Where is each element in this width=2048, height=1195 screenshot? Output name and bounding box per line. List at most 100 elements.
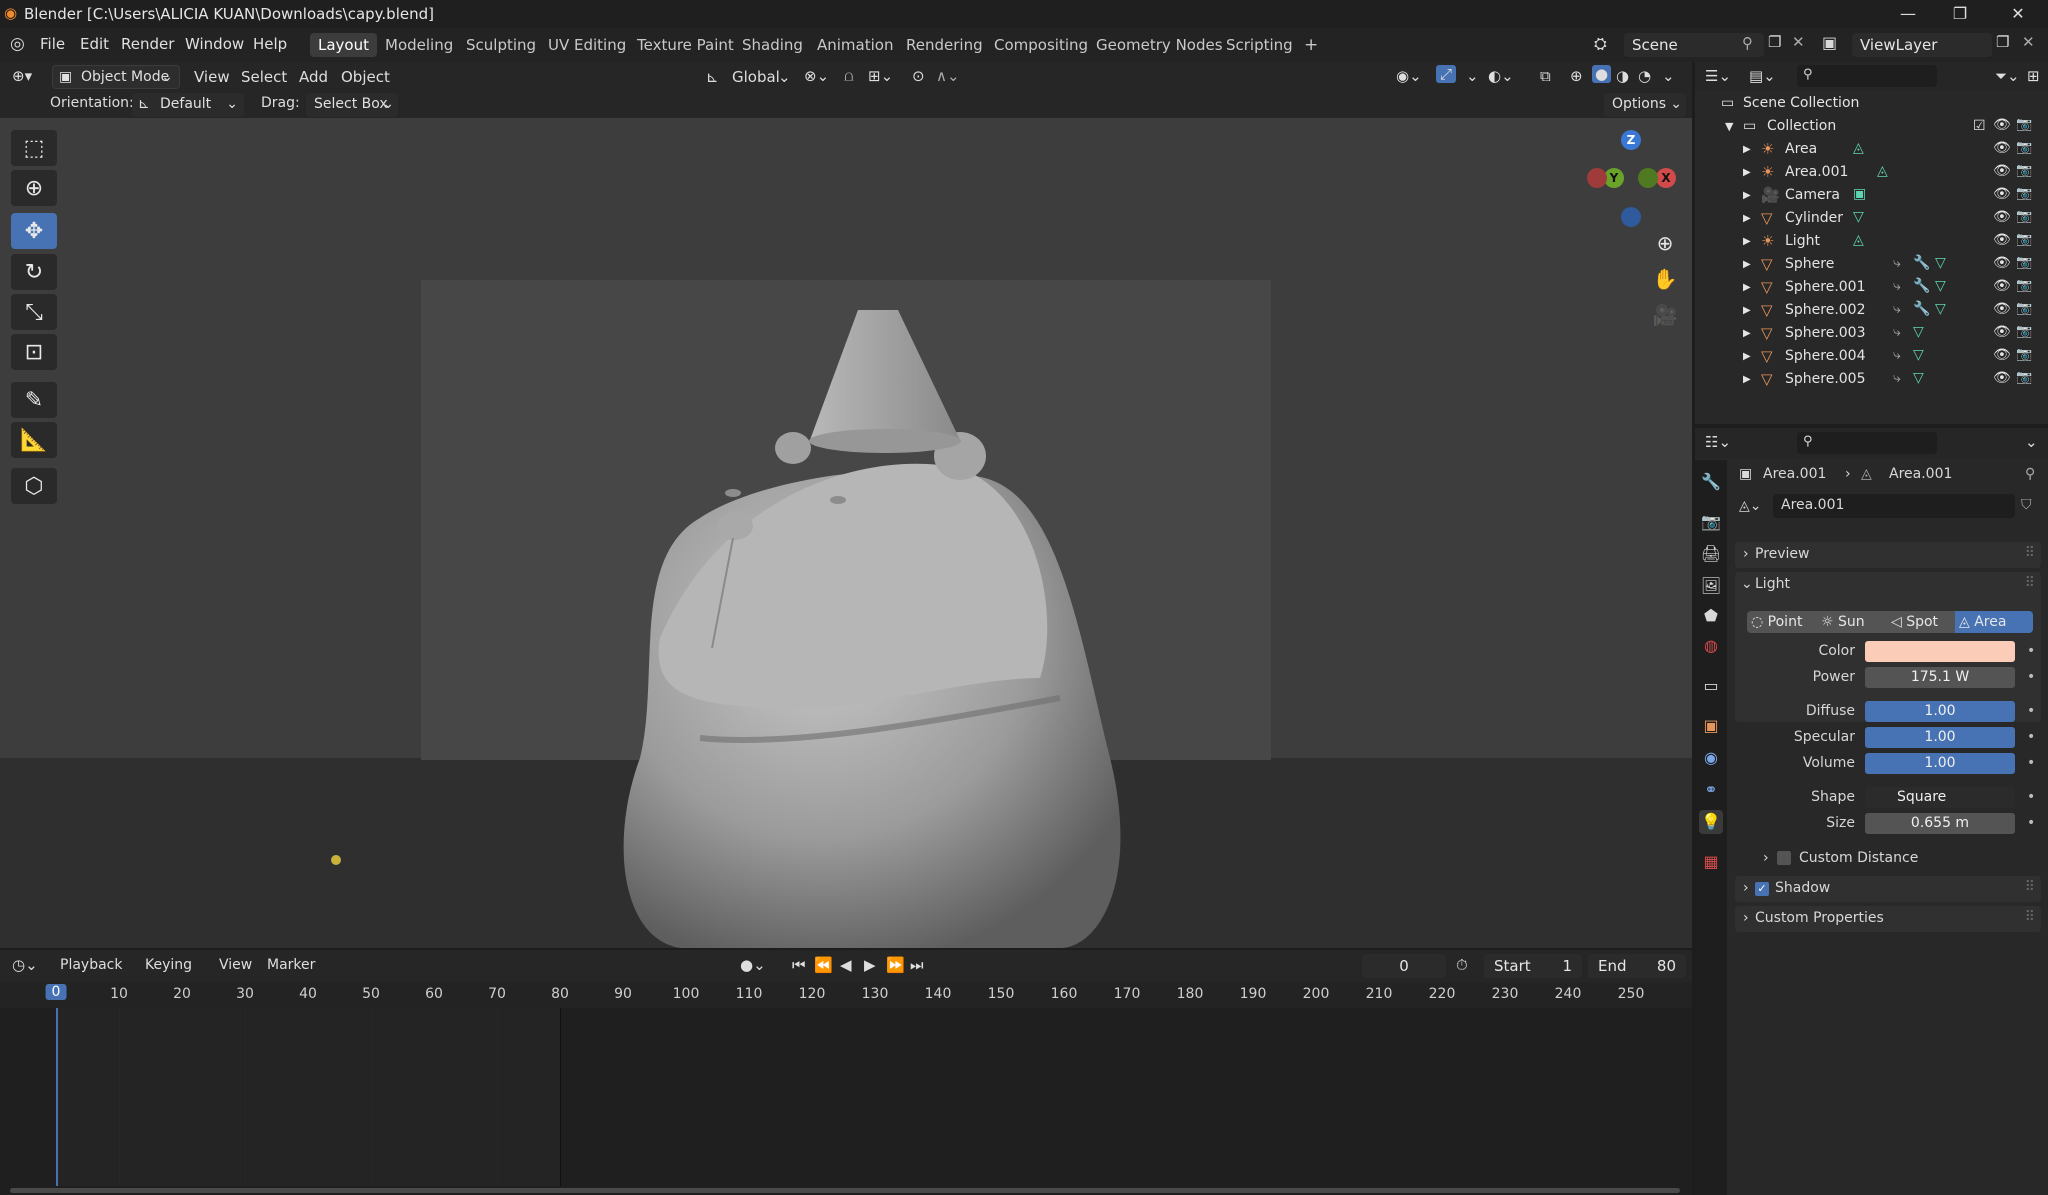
- tab-layout[interactable]: Layout: [310, 33, 377, 57]
- camera-icon[interactable]: 📷: [2016, 255, 2032, 270]
- modifier-icon[interactable]: 🔧: [1913, 255, 1930, 271]
- light-type-point[interactable]: ◌ Point: [1747, 611, 1817, 633]
- new-collection-icon[interactable]: ⊞: [2027, 67, 2040, 85]
- keyframe-dot-icon[interactable]: •: [2027, 729, 2035, 745]
- delete-view-layer-icon[interactable]: ✕: [2022, 33, 2035, 51]
- camera-icon[interactable]: 📷: [2016, 209, 2032, 224]
- timeline-body[interactable]: [0, 1008, 1692, 1188]
- view-layer-icon[interactable]: ▣: [1822, 33, 1837, 52]
- modifier-icon[interactable]: 🔧: [1913, 301, 1930, 317]
- eye-icon[interactable]: 👁: [1993, 117, 2011, 133]
- expand-arrow-icon[interactable]: ▶: [1743, 144, 1751, 155]
- menu-playback[interactable]: Playback: [60, 957, 122, 973]
- keyframe-dot-icon[interactable]: •: [2027, 755, 2035, 771]
- jump-start-icon[interactable]: ⏮: [792, 956, 806, 974]
- tab-rendering[interactable]: Rendering: [898, 33, 991, 57]
- size-field[interactable]: 0.655 m: [1865, 813, 2015, 834]
- options-dropdown[interactable]: Options ⌄: [1604, 93, 1686, 117]
- light-type-sun[interactable]: ☼ Sun: [1817, 611, 1887, 633]
- menu-window[interactable]: Window: [185, 35, 244, 53]
- tab-modeling[interactable]: Modeling: [377, 33, 461, 57]
- chevron-down-icon[interactable]: ⌄: [2025, 433, 2038, 451]
- new-view-layer-icon[interactable]: ❐: [1996, 33, 2009, 51]
- pan-hand-icon[interactable]: ✋: [1650, 264, 1680, 294]
- color-swatch[interactable]: [1865, 641, 2015, 662]
- outliner-collection[interactable]: ▼ ▭ Collection ☑ 👁 📷: [1695, 115, 2048, 138]
- outliner-item[interactable]: ▶ ☀ Area.001 ◬ 👁 📷: [1695, 161, 2048, 184]
- expand-arrow-icon[interactable]: ▶: [1743, 305, 1751, 316]
- custom-distance-subpanel[interactable]: › Custom Distance: [1763, 848, 2033, 870]
- menu-select[interactable]: Select: [241, 68, 287, 86]
- orientation-dropdown[interactable]: ⊾ Default ⌄: [132, 93, 244, 117]
- eye-icon[interactable]: 👁: [1993, 324, 2011, 340]
- timeline-ruler[interactable]: 0 10 20 30 40 50 60 70 80 90 100 110 120…: [0, 982, 1692, 1008]
- physics-tab-icon[interactable]: ◉: [1699, 746, 1723, 770]
- expand-arrow-icon[interactable]: ▶: [1743, 190, 1751, 201]
- pivot-point-icon[interactable]: ⊗⌄: [804, 67, 829, 85]
- delete-scene-icon[interactable]: ✕: [1792, 33, 1805, 51]
- outliner-editor-icon[interactable]: ☰⌄: [1705, 67, 1731, 85]
- properties-editor-icon[interactable]: ☷⌄: [1705, 433, 1731, 451]
- gizmo-neg-y[interactable]: [1638, 168, 1658, 188]
- gizmo-neg-x[interactable]: [1587, 168, 1607, 188]
- snap-icon[interactable]: ⩍: [844, 67, 854, 85]
- gizmo-toggle-icon[interactable]: ⤢: [1436, 65, 1457, 83]
- eye-icon[interactable]: 👁: [1993, 186, 2011, 202]
- camera-icon[interactable]: 📷: [2016, 163, 2032, 178]
- eye-icon[interactable]: 👁: [1993, 255, 2011, 271]
- rotate-tool[interactable]: ↻: [11, 254, 57, 290]
- capybara-model[interactable]: [0, 118, 1692, 948]
- modifier-icon[interactable]: 🔧: [1913, 278, 1930, 294]
- properties-search-input[interactable]: ⚲: [1797, 432, 1937, 454]
- chevron-down-icon[interactable]: ⌄: [1741, 576, 1753, 592]
- maximize-button[interactable]: ❐: [1940, 2, 1980, 26]
- light-data-icon[interactable]: ◬: [1853, 140, 1864, 156]
- outliner-item[interactable]: ▶ ▽ Cylinder ▽ 👁 📷: [1695, 207, 2048, 230]
- eye-icon[interactable]: 👁: [1993, 278, 2011, 294]
- checkbox-icon[interactable]: ☑: [1973, 118, 1986, 134]
- zoom-icon[interactable]: ⊕: [1650, 228, 1680, 258]
- chevron-down-icon[interactable]: ⌄: [1466, 67, 1479, 85]
- constraints-tab-icon[interactable]: ⚭: [1699, 778, 1723, 802]
- light-type-spot[interactable]: ◁ Spot: [1887, 611, 1955, 633]
- mode-dropdown[interactable]: ▣ Object Mode ⌄: [52, 65, 180, 89]
- tab-scripting[interactable]: Scripting: [1218, 33, 1301, 57]
- diffuse-slider[interactable]: 1.00: [1865, 701, 2015, 722]
- play-reverse-icon[interactable]: ◀: [840, 956, 852, 974]
- view-layer-tab-icon[interactable]: 🖼: [1699, 574, 1723, 598]
- annotate-tool[interactable]: ✎: [11, 382, 57, 418]
- gizmo-neg-z[interactable]: [1621, 207, 1641, 227]
- gizmo-z-axis[interactable]: Z: [1621, 130, 1641, 150]
- filter-icon[interactable]: ⏷⌄: [1995, 67, 2020, 85]
- menu-object[interactable]: Object: [341, 68, 390, 86]
- mesh-data-icon[interactable]: ▽: [1935, 255, 1946, 271]
- drag-handle-icon[interactable]: ⠿: [2025, 545, 2035, 561]
- shadow-checkbox[interactable]: ✓: [1755, 882, 1769, 896]
- display-mode-icon[interactable]: ▤⌄: [1749, 67, 1776, 85]
- camera-icon[interactable]: 📷: [2016, 347, 2032, 362]
- eye-icon[interactable]: 👁: [1993, 301, 2011, 317]
- solid-shading-icon[interactable]: ●: [1592, 65, 1612, 83]
- visibility-icon[interactable]: ◉⌄: [1396, 67, 1422, 85]
- menu-edit[interactable]: Edit: [80, 35, 109, 53]
- gizmo-x-axis[interactable]: X: [1656, 168, 1676, 188]
- start-frame-field[interactable]: Start 1: [1484, 954, 1582, 978]
- light-data-icon[interactable]: ◬: [1853, 232, 1864, 248]
- world-tab-icon[interactable]: ◍: [1699, 634, 1723, 658]
- object-tab-icon[interactable]: ▣: [1699, 714, 1723, 738]
- scrollbar-thumb[interactable]: [10, 1188, 1680, 1193]
- eye-icon[interactable]: 👁: [1993, 347, 2011, 363]
- outliner-item[interactable]: ▶ ▽ Sphere.001 ⤷ 🔧 ▽ 👁 📷: [1695, 276, 2048, 299]
- shadow-panel[interactable]: › ✓ Shadow ⠿: [1735, 876, 2041, 902]
- camera-icon[interactable]: 📷: [2016, 370, 2032, 385]
- tab-uv-editing[interactable]: UV Editing: [540, 33, 634, 57]
- tab-animation[interactable]: Animation: [809, 33, 901, 57]
- camera-data-icon[interactable]: ▣: [1853, 186, 1866, 202]
- camera-view-icon[interactable]: 🎥: [1650, 300, 1680, 330]
- camera-icon[interactable]: 📷: [2016, 278, 2032, 293]
- timeline-editor-icon[interactable]: ◷⌄: [12, 956, 38, 974]
- outliner-item[interactable]: ▶ ▽ Sphere.005 ⤷ ▽ 👁 📷: [1695, 368, 2048, 391]
- menu-render[interactable]: Render: [121, 35, 174, 53]
- eye-icon[interactable]: 👁: [1993, 163, 2011, 179]
- eye-icon[interactable]: 👁: [1993, 140, 2011, 156]
